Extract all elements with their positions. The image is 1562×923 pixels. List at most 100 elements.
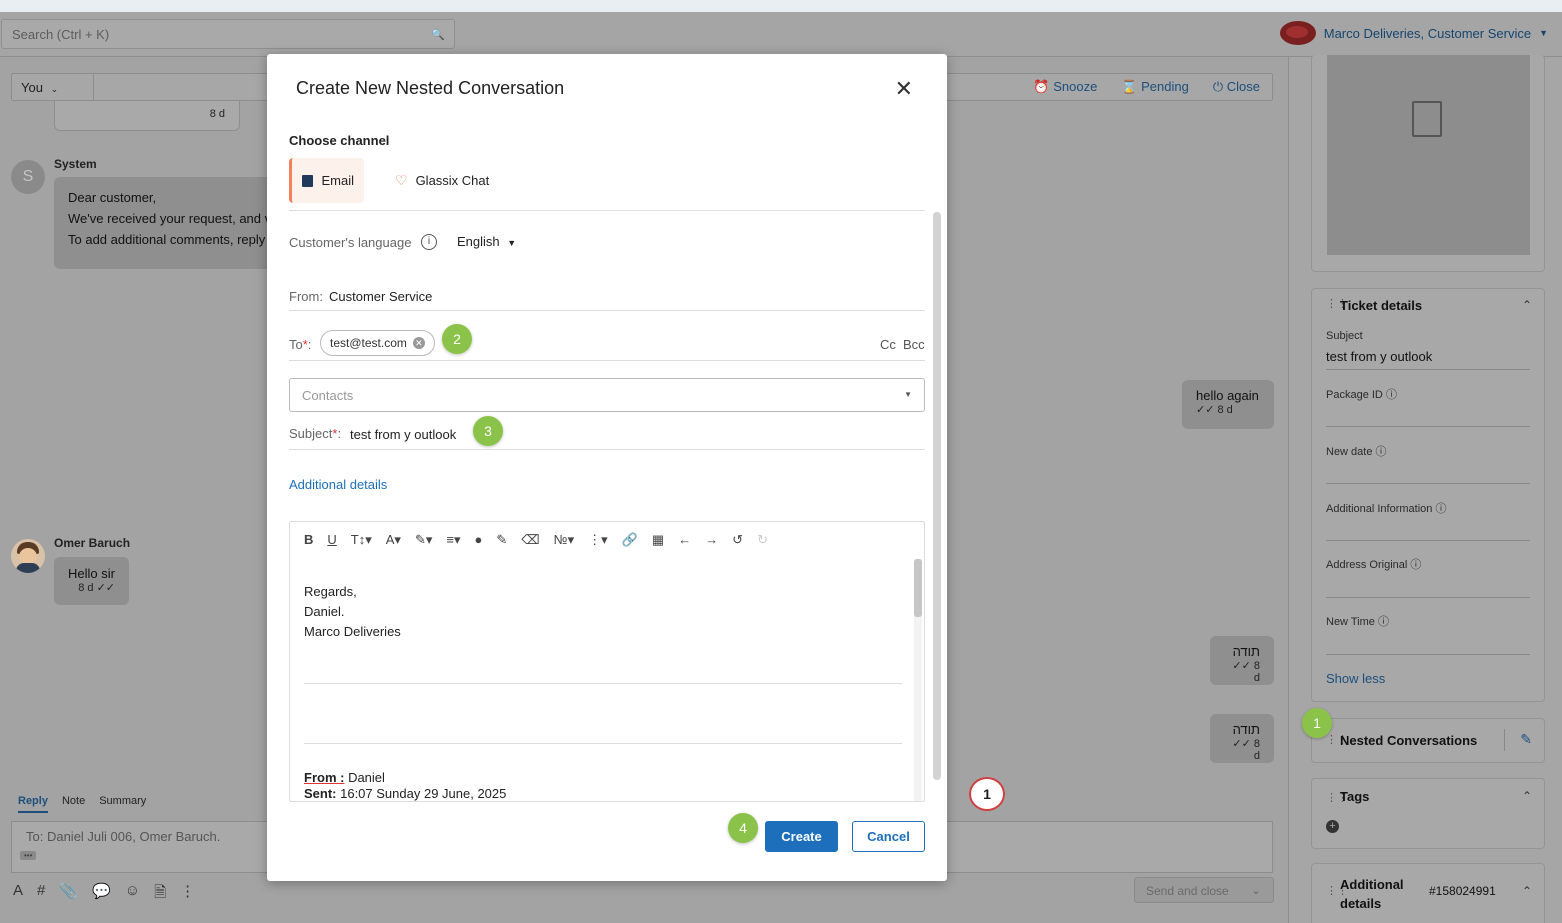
system-line: We've received your request, and v: [68, 211, 272, 226]
tab-note[interactable]: Note: [62, 795, 85, 813]
edit-icon[interactable]: ✎: [1520, 731, 1532, 748]
subject-value[interactable]: test from y outlook: [1326, 349, 1432, 364]
system-avatar: S: [11, 160, 45, 194]
close-button[interactable]: ⏻ Close: [1213, 79, 1260, 95]
signature-line: Regards,: [304, 584, 357, 599]
assignee-label: You: [21, 80, 43, 95]
font-color-icon[interactable]: A▾: [386, 532, 401, 548]
nested-conversations-title: Nested Conversations: [1340, 733, 1478, 748]
divider: [289, 310, 925, 311]
signature-line: Daniel.: [304, 604, 345, 619]
channel-glassix-chat-tab[interactable]: ♡ Glassix Chat: [385, 158, 499, 203]
choose-channel-label: Choose channel: [289, 133, 390, 148]
steak-logo-icon: [1279, 21, 1316, 45]
emoji-icon[interactable]: ☺: [125, 882, 140, 907]
collapse-icon[interactable]: ⌃: [1522, 789, 1532, 803]
table-icon[interactable]: ▦: [652, 532, 664, 548]
bcc-link[interactable]: Bcc: [903, 337, 925, 352]
editor-body[interactable]: Regards, Daniel. Marco Deliveries From :…: [304, 582, 902, 801]
tab-summary[interactable]: Summary: [99, 795, 146, 813]
message-time: 8 d: [209, 108, 225, 120]
details-sidebar: Ticket details ⋮⋮ ⌃ Subject test from y …: [1288, 55, 1562, 923]
recipient-chip[interactable]: test@test.com ✕: [320, 330, 435, 356]
system-message-bubble: Dear customer, We've received your reque…: [54, 177, 274, 269]
image-placeholder: [1327, 55, 1530, 255]
alarm-icon: ⏰: [1033, 79, 1050, 94]
contacts-select[interactable]: Contacts ▼: [289, 378, 925, 412]
align-icon[interactable]: ≡▾: [446, 532, 460, 548]
chevron-down-icon[interactable]: ⌄: [1251, 883, 1261, 897]
remove-chip-icon[interactable]: ✕: [412, 337, 425, 349]
outdent-icon[interactable]: ←: [678, 532, 691, 548]
pending-button[interactable]: ⌛ Pending: [1121, 79, 1189, 95]
tab-reply[interactable]: Reply: [18, 795, 48, 813]
channel-email-tab[interactable]: Email: [289, 158, 364, 203]
more-recipients-button[interactable]: •••: [20, 851, 37, 860]
bold-icon[interactable]: B: [304, 532, 313, 548]
pdf-icon[interactable]: 🗎: [154, 882, 166, 907]
highlight-icon[interactable]: ✎▾: [415, 532, 432, 548]
rich-text-editor[interactable]: B U T↕▾ A▾ ✎▾ ≡▾ ● ✎ ⌫ №▾ ⋮▾ 🔗 ▦ ← → ↺ ↻…: [289, 521, 925, 802]
modal-scrollbar[interactable]: [933, 212, 941, 780]
show-less-link[interactable]: Show less: [1326, 671, 1385, 686]
message-time: ✓✓ 8 d: [1196, 403, 1260, 416]
browser-top-strip: [0, 0, 1562, 12]
create-button[interactable]: Create: [765, 821, 838, 852]
search-placeholder: Search (Ctrl + K): [12, 27, 110, 42]
link-icon[interactable]: 🔗: [622, 532, 638, 548]
snooze-button[interactable]: ⏰ Snooze: [1033, 79, 1097, 95]
conversation-actions: ⏰ Snooze ⌛ Pending ⏻ Close: [1033, 79, 1260, 95]
additional-details-link[interactable]: Additional details: [289, 477, 387, 492]
brush-icon[interactable]: ✎: [496, 532, 507, 548]
collapse-icon[interactable]: ⌃: [1522, 884, 1532, 898]
language-dropdown[interactable]: English ▼: [457, 234, 516, 249]
attachment-icon[interactable]: 📎: [59, 882, 78, 907]
field-label: Package ID ⓘ: [1326, 389, 1397, 401]
message-text: תודה: [1232, 644, 1260, 659]
glassix-logo-icon: ♡: [395, 172, 408, 188]
double-check-icon: ✓✓: [1232, 660, 1251, 672]
add-tag-icon[interactable]: +: [1326, 820, 1339, 833]
to-label: To*:: [289, 337, 312, 352]
undo-icon[interactable]: ↺: [732, 532, 743, 548]
fill-color-icon[interactable]: ●: [475, 532, 483, 548]
eraser-icon[interactable]: ⌫: [521, 532, 539, 548]
send-and-close-button[interactable]: Send and close ⌄: [1134, 877, 1274, 903]
channel-label: Email: [321, 173, 354, 188]
double-check-icon: ✓✓: [1196, 404, 1215, 416]
composer-toolbar: A # 📎 💬 ☺ 🗎 ⋮: [13, 882, 195, 907]
cc-link[interactable]: Cc: [880, 337, 896, 352]
search-input[interactable]: Search (Ctrl + K) 🔍: [1, 19, 455, 49]
text-format-icon[interactable]: A: [13, 882, 23, 907]
more-vertical-icon[interactable]: ⋮: [180, 882, 195, 907]
collapse-icon[interactable]: ⌃: [1522, 298, 1532, 312]
ticket-details-card: Ticket details ⋮⋮ ⌃ Subject test from y …: [1311, 288, 1545, 702]
indent-icon[interactable]: →: [705, 532, 718, 548]
close-icon[interactable]: ✕: [895, 76, 913, 102]
mail-icon: [302, 174, 314, 187]
chat-icon[interactable]: 💬: [92, 882, 111, 907]
editor-scrollbar[interactable]: [914, 559, 922, 801]
message-time: ✓✓ 8 d: [1224, 659, 1260, 684]
caret-down-icon: ▼: [904, 390, 912, 399]
message-text: hello again: [1196, 388, 1259, 403]
toda-bubble-2: תודה ✓✓ 8 d: [1210, 714, 1274, 763]
message-text: תודה: [1232, 722, 1260, 737]
underline-icon[interactable]: U: [327, 532, 336, 548]
step-badge-1: 1: [1302, 708, 1332, 738]
from-value[interactable]: Customer Service: [329, 289, 432, 304]
redo-icon[interactable]: ↻: [757, 532, 768, 548]
font-size-icon[interactable]: T↕▾: [351, 532, 372, 548]
drag-handle-icon[interactable]: ⋮⋮: [1326, 297, 1348, 310]
quoted-from: From : Daniel: [304, 770, 385, 785]
subject-input[interactable]: test from y outlook: [350, 427, 456, 442]
nested-conversations-card: ⋮⋮ Nested Conversations ✎: [1311, 718, 1545, 763]
contacts-placeholder: Contacts: [302, 388, 354, 403]
hashtag-icon[interactable]: #: [37, 882, 45, 907]
step-badge-4: 4: [728, 813, 758, 843]
ordered-list-icon[interactable]: №▾: [554, 532, 574, 548]
cancel-button[interactable]: Cancel: [852, 821, 925, 852]
bullet-list-icon[interactable]: ⋮▾: [588, 532, 608, 548]
account-switcher[interactable]: Marco Deliveries, Customer Service ▼: [1279, 21, 1548, 45]
assignee-dropdown[interactable]: You ⌄: [12, 74, 94, 100]
